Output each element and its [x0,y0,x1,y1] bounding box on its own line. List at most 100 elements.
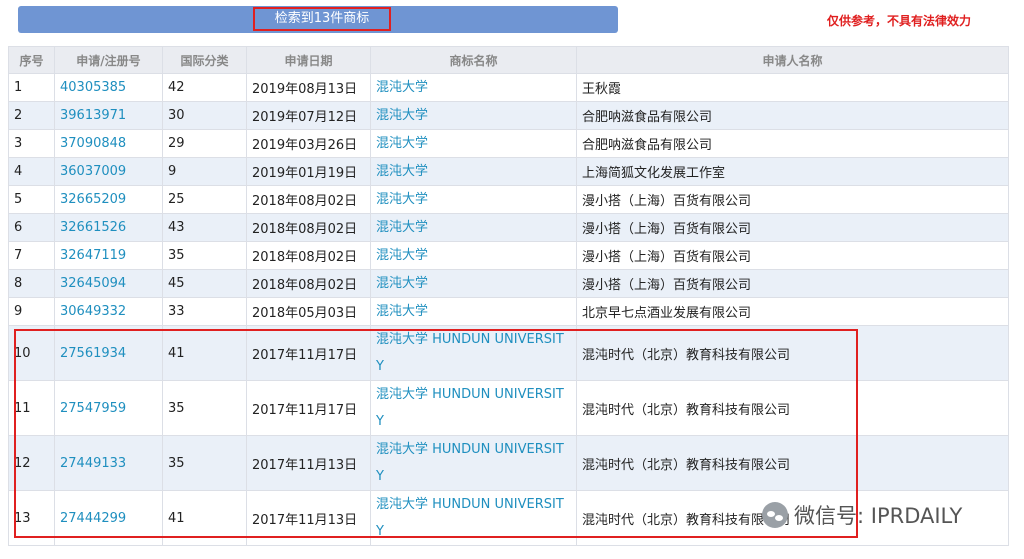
mark-name-link[interactable]: 混沌大学 HUNDUN UNIVERSITY [370,435,577,491]
applicant-cell: 漫小搭（上海）百货有限公司 [576,241,1009,270]
row-no: 2 [8,101,55,130]
class-cell: 43 [162,213,247,242]
date-cell: 2018年05月03日 [246,297,371,326]
col-header-mark-name[interactable]: 商标名称 [370,46,577,74]
table-header-row: 序号 申请/注册号 国际分类 申请日期 商标名称 申请人名称 [8,46,1009,74]
table-row[interactable]: 4 36037009 9 2019年01月19日 混沌大学 上海简狐文化发展工作室 [8,157,1009,186]
reg-number-link[interactable]: 36037009 [54,157,163,186]
reg-number-link[interactable]: 30649332 [54,297,163,326]
applicant-cell: 合肥呐滋食品有限公司 [576,129,1009,158]
mark-name-link[interactable]: 混沌大学 HUNDUN UNIVERSITY [370,380,577,436]
mark-name-link[interactable]: 混沌大学 [370,185,577,214]
row-no: 5 [8,185,55,214]
reg-number-link[interactable]: 32647119 [54,241,163,270]
mark-name-link[interactable]: 混沌大学 [370,213,577,242]
row-no: 6 [8,213,55,242]
class-cell: 41 [162,325,247,381]
table-row[interactable]: 10 27561934 41 2017年11月17日 混沌大学 HUNDUN UNIVE… [8,325,1009,381]
applicant-cell: 北京早七点酒业发展有限公司 [576,297,1009,326]
table-row[interactable]: 11 27547959 35 2017年11月17日 混沌大学 HUNDUN UNIVE… [8,380,1009,436]
row-no: 11 [8,380,55,436]
reg-number-link[interactable]: 32665209 [54,185,163,214]
mark-name-link[interactable]: 混沌大学 HUNDUN UNIVERSITY [370,490,577,546]
wechat-icon [762,502,788,528]
date-cell: 2017年11月13日 [246,490,371,546]
row-no: 12 [8,435,55,491]
mark-name-link[interactable]: 混沌大学 [370,269,577,298]
date-cell: 2017年11月17日 [246,380,371,436]
row-no: 1 [8,73,55,102]
class-cell: 9 [162,157,247,186]
applicant-cell: 王秋霞 [576,73,1009,102]
row-no: 8 [8,269,55,298]
applicant-cell: 混沌时代（北京）教育科技有限公司 [576,325,1009,381]
row-no: 3 [8,129,55,158]
date-cell: 2019年01月19日 [246,157,371,186]
table-row[interactable]: 6 32661526 43 2018年08月02日 混沌大学 漫小搭（上海）百货有限公司 [8,213,1009,242]
col-header-class[interactable]: 国际分类 [162,46,247,74]
class-cell: 30 [162,101,247,130]
table-row[interactable]: 8 32645094 45 2018年08月02日 混沌大学 漫小搭（上海）百货有限公司 [8,269,1009,298]
applicant-cell: 合肥呐滋食品有限公司 [576,101,1009,130]
table-row[interactable]: 7 32647119 35 2018年08月02日 混沌大学 漫小搭（上海）百货有限公司 [8,241,1009,270]
class-cell: 42 [162,73,247,102]
mark-name-link[interactable]: 混沌大学 [370,101,577,130]
date-cell: 2018年08月02日 [246,269,371,298]
mark-name-link[interactable]: 混沌大学 [370,129,577,158]
class-cell: 45 [162,269,247,298]
date-cell: 2018年08月02日 [246,213,371,242]
date-cell: 2018年08月02日 [246,185,371,214]
reg-number-link[interactable]: 27547959 [54,380,163,436]
applicant-cell: 漫小搭（上海）百货有限公司 [576,185,1009,214]
applicant-cell: 上海简狐文化发展工作室 [576,157,1009,186]
col-header-applicant[interactable]: 申请人名称 [576,46,1009,74]
reg-number-link[interactable]: 32661526 [54,213,163,242]
class-cell: 35 [162,241,247,270]
mark-name-link[interactable]: 混沌大学 [370,241,577,270]
table-row[interactable]: 9 30649332 33 2018年05月03日 混沌大学 北京早七点酒业发展有限公司 [8,297,1009,326]
applicant-cell: 漫小搭（上海）百货有限公司 [576,269,1009,298]
disclaimer-text: 仅供参考，不具有法律效力 [827,14,972,28]
applicant-cell: 混沌时代（北京）教育科技有限公司 [576,435,1009,491]
row-no: 10 [8,325,55,381]
row-no: 9 [8,297,55,326]
row-no: 4 [8,157,55,186]
reg-number-link[interactable]: 39613971 [54,101,163,130]
reg-number-link[interactable]: 40305385 [54,73,163,102]
col-header-reg-no[interactable]: 申请/注册号 [54,46,163,74]
mark-name-link[interactable]: 混沌大学 HUNDUN UNIVERSITY [370,325,577,381]
reg-number-link[interactable]: 27444299 [54,490,163,546]
reg-number-link[interactable]: 37090848 [54,129,163,158]
watermark-text: 微信号: IPRDAILY [794,504,963,528]
mark-name-link[interactable]: 混沌大学 [370,73,577,102]
class-cell: 25 [162,185,247,214]
table-row[interactable]: 3 37090848 29 2019年03月26日 混沌大学 合肥呐滋食品有限公司 [8,129,1009,158]
applicant-cell: 混沌时代（北京）教育科技有限公司 [576,380,1009,436]
mark-name-link[interactable]: 混沌大学 [370,157,577,186]
class-cell: 33 [162,297,247,326]
date-cell: 2018年08月02日 [246,241,371,270]
table-row[interactable]: 1 40305385 42 2019年08月13日 混沌大学 王秋霞 [8,73,1009,102]
table-row[interactable]: 5 32665209 25 2018年08月02日 混沌大学 漫小搭（上海）百货有限公司 [8,185,1009,214]
row-no: 13 [8,490,55,546]
reg-number-link[interactable]: 32645094 [54,269,163,298]
class-cell: 29 [162,129,247,158]
watermark: 微信号: IPRDAILY [762,500,962,530]
reg-number-link[interactable]: 27449133 [54,435,163,491]
row-no: 7 [8,241,55,270]
class-cell: 35 [162,380,247,436]
table-row[interactable]: 12 27449133 35 2017年11月13日 混沌大学 HUNDUN UNIVE… [8,435,1009,491]
applicant-cell: 漫小搭（上海）百货有限公司 [576,213,1009,242]
table-row[interactable]: 2 39613971 30 2019年07月12日 混沌大学 合肥呐滋食品有限公司 [8,101,1009,130]
col-header-no[interactable]: 序号 [8,46,55,74]
date-cell: 2017年11月13日 [246,435,371,491]
reg-number-link[interactable]: 27561934 [54,325,163,381]
col-header-date[interactable]: 申请日期 [246,46,371,74]
class-cell: 41 [162,490,247,546]
date-cell: 2019年03月26日 [246,129,371,158]
search-count-label: 检索到13件商标 [253,7,391,31]
class-cell: 35 [162,435,247,491]
date-cell: 2019年08月13日 [246,73,371,102]
mark-name-link[interactable]: 混沌大学 [370,297,577,326]
trademark-table: 序号 申请/注册号 国际分类 申请日期 商标名称 申请人名称 1 40305385… [8,46,1009,546]
